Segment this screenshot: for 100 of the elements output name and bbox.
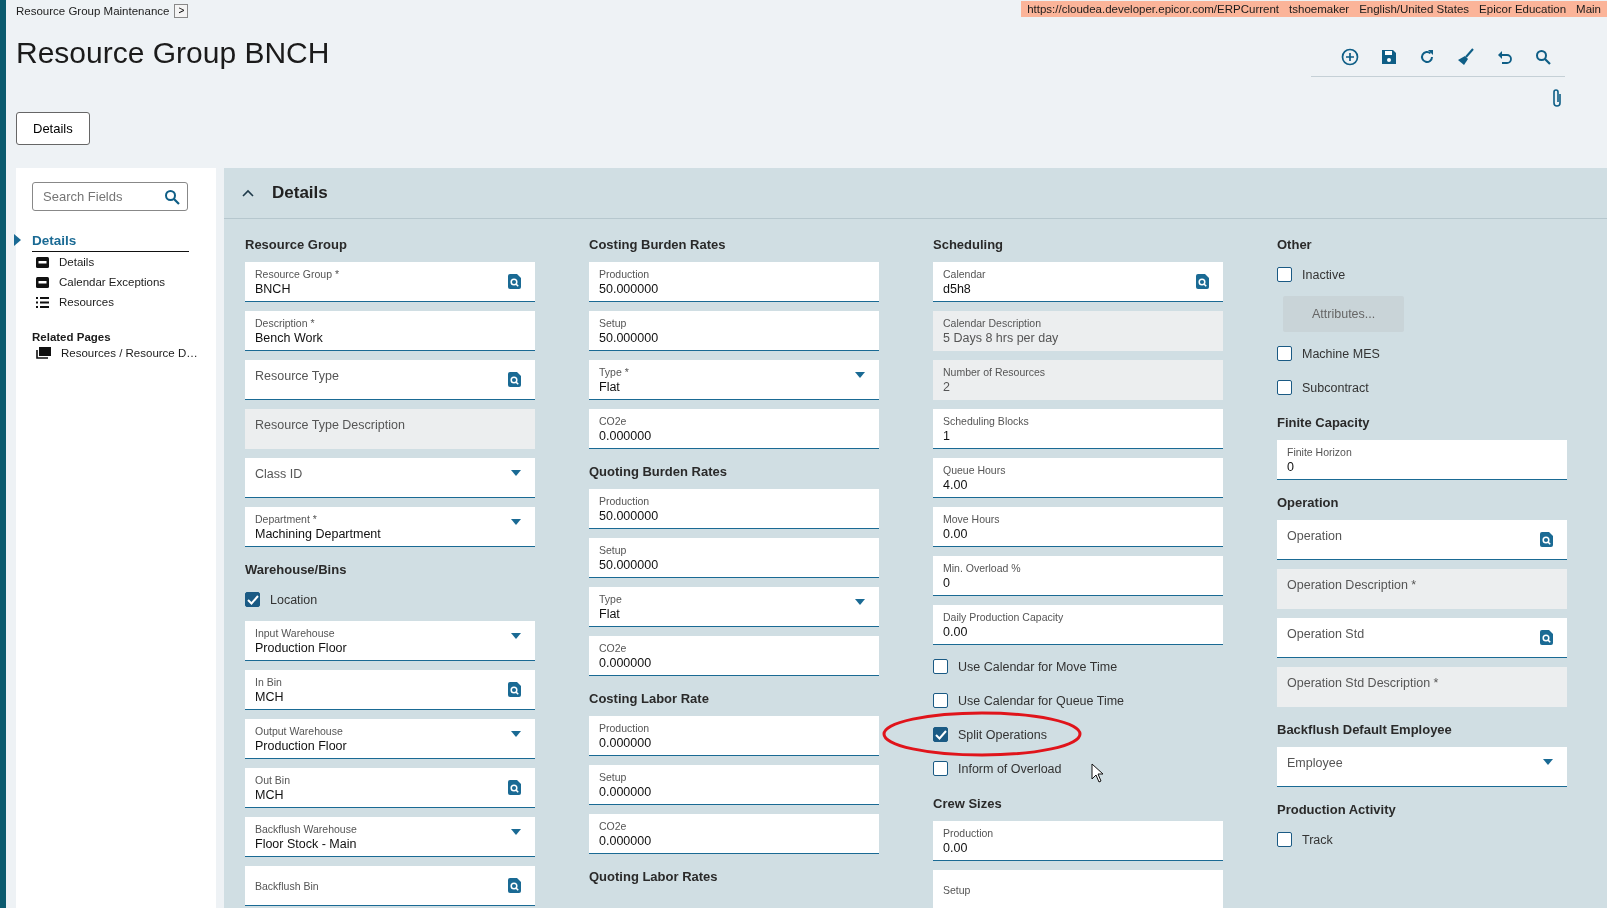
input-field[interactable]: Resource Type Description	[245, 409, 535, 449]
lookup-icon[interactable]	[1540, 630, 1553, 645]
lookup-icon[interactable]	[508, 274, 521, 289]
input-field[interactable]: Operation Std	[1277, 618, 1567, 658]
dropdown-field[interactable]: Department * Machining Department	[245, 507, 535, 547]
input-field[interactable]: Setup 50.000000	[589, 311, 879, 351]
dropdown-caret-icon[interactable]	[855, 599, 865, 605]
dropdown-field[interactable]: Class ID	[245, 458, 535, 498]
input-field[interactable]: Setup	[933, 870, 1223, 908]
sidebar-item[interactable]: Details	[59, 256, 95, 268]
paperclip-icon[interactable]	[1551, 88, 1563, 108]
sidebar-item[interactable]: Resources	[59, 296, 114, 308]
input-field[interactable]: Setup 50.000000	[589, 538, 879, 578]
input-field[interactable]: Calendar d5h8	[933, 262, 1223, 302]
input-field[interactable]: Production 0.00	[933, 821, 1223, 861]
dropdown-caret-icon[interactable]	[1543, 759, 1553, 765]
refresh-icon[interactable]	[1419, 49, 1435, 65]
search-field[interactable]: Search Fields	[32, 182, 188, 211]
checkbox[interactable]	[245, 592, 260, 607]
input-field[interactable]: Setup 0.000000	[589, 765, 879, 805]
section-heading: Crew Sizes	[933, 794, 1003, 813]
field-label: Scheduling Blocks	[943, 414, 1030, 427]
dropdown-caret-icon[interactable]	[511, 633, 521, 639]
lookup-icon[interactable]	[508, 372, 521, 387]
section-heading: Production Activity	[1277, 800, 1397, 819]
lookup-icon[interactable]	[508, 682, 521, 697]
input-field[interactable]: Daily Production Capacity 0.00	[933, 605, 1223, 645]
field-value: 50.000000	[599, 330, 660, 345]
dropdown-caret-icon[interactable]	[511, 519, 521, 525]
add-icon[interactable]	[1341, 48, 1359, 66]
input-field[interactable]: Scheduling Blocks 1	[933, 409, 1223, 449]
dropdown-caret-icon[interactable]	[511, 829, 521, 835]
undo-icon[interactable]	[1497, 49, 1513, 65]
input-field[interactable]: Production 50.000000	[589, 489, 879, 529]
collapse-chevron-icon[interactable]	[242, 189, 254, 197]
clear-icon[interactable]	[1457, 48, 1475, 66]
input-field[interactable]: Number of Resources 2	[933, 360, 1223, 400]
dropdown-field[interactable]: Type Flat	[589, 587, 879, 627]
sidebar-section[interactable]: Details	[32, 233, 77, 248]
lookup-icon[interactable]	[508, 878, 521, 893]
tab[interactable]: Details	[16, 112, 90, 145]
checkbox[interactable]	[1277, 380, 1292, 395]
input-field[interactable]: Calendar Description 5 Days 8 hrs per day	[933, 311, 1223, 351]
breadcrumb-chevron-button[interactable]: >	[174, 4, 189, 18]
lookup-icon[interactable]	[1196, 274, 1209, 289]
field-value: Bench Work	[255, 330, 324, 345]
input-field[interactable]: Backflush Bin	[245, 866, 535, 906]
search-icon[interactable]	[164, 189, 180, 205]
input-field[interactable]: CO2e 0.000000	[589, 814, 879, 854]
input-field[interactable]: Production 50.000000	[589, 262, 879, 302]
field-label: Operation Std	[1287, 626, 1365, 641]
field-value: 0	[1287, 459, 1295, 474]
dropdown-field[interactable]: Output Warehouse Production Floor	[245, 719, 535, 759]
input-field[interactable]: Resource Group * BNCH	[245, 262, 535, 302]
input-field[interactable]: CO2e 0.000000	[589, 636, 879, 676]
dropdown-field[interactable]: Type * Flat	[589, 360, 879, 400]
dropdown-caret-icon[interactable]	[511, 731, 521, 737]
input-field[interactable]: Operation	[1277, 520, 1567, 560]
input-field[interactable]: Finite Horizon 0	[1277, 440, 1567, 480]
field-value: 0.000000	[599, 735, 653, 750]
dropdown-field[interactable]: Backflush Warehouse Floor Stock - Main	[245, 817, 535, 857]
checkbox[interactable]	[933, 693, 948, 708]
dropdown-caret-icon[interactable]	[855, 372, 865, 378]
checkbox-label: Use Calendar for Move Time	[958, 659, 1118, 674]
input-field[interactable]: Description * Bench Work	[245, 311, 535, 351]
checkbox[interactable]	[933, 727, 948, 742]
field-label: Class ID	[255, 466, 303, 481]
field-label: CO2e	[599, 641, 628, 654]
field-label: Calendar	[943, 267, 987, 280]
input-field[interactable]: Operation Std Description *	[1277, 667, 1567, 707]
input-field[interactable]: Resource Type	[245, 360, 535, 400]
lookup-icon[interactable]	[508, 780, 521, 795]
checkbox[interactable]	[1277, 346, 1292, 361]
input-field[interactable]: CO2e 0.000000	[589, 409, 879, 449]
field-value: 50.000000	[599, 557, 660, 572]
field-value: MCH	[255, 787, 285, 802]
input-field[interactable]: Out Bin MCH	[245, 768, 535, 808]
input-field[interactable]: Production 0.000000	[589, 716, 879, 756]
input-field[interactable]: Operation Description *	[1277, 569, 1567, 609]
related-pages-heading: Related Pages	[32, 331, 112, 343]
field-label: Operation Std Description *	[1287, 675, 1439, 690]
checkbox[interactable]	[933, 761, 948, 776]
dropdown-field[interactable]: Input Warehouse Production Floor	[245, 621, 535, 661]
input-field[interactable]: Min. Overload % 0	[933, 556, 1223, 596]
related-page-link[interactable]: Resources / Resource D…	[61, 347, 198, 359]
sidebar-item[interactable]: Calendar Exceptions	[59, 276, 166, 288]
checkbox[interactable]	[1277, 832, 1292, 847]
input-field[interactable]: In Bin MCH	[245, 670, 535, 710]
input-field[interactable]: Queue Hours 4.00	[933, 458, 1223, 498]
field-value: 1	[943, 428, 951, 443]
save-icon[interactable]	[1381, 49, 1397, 65]
dropdown-caret-icon[interactable]	[511, 470, 521, 476]
input-field[interactable]: Move Hours 0.00	[933, 507, 1223, 547]
search-icon[interactable]	[1535, 49, 1551, 65]
checkbox[interactable]	[1277, 267, 1292, 282]
dropdown-field[interactable]: Employee	[1277, 747, 1567, 787]
checkbox[interactable]	[933, 659, 948, 674]
mouse-pointer-icon	[1091, 763, 1104, 783]
breadcrumb-link[interactable]: Resource Group Maintenance	[16, 5, 170, 17]
lookup-icon[interactable]	[1540, 532, 1553, 547]
